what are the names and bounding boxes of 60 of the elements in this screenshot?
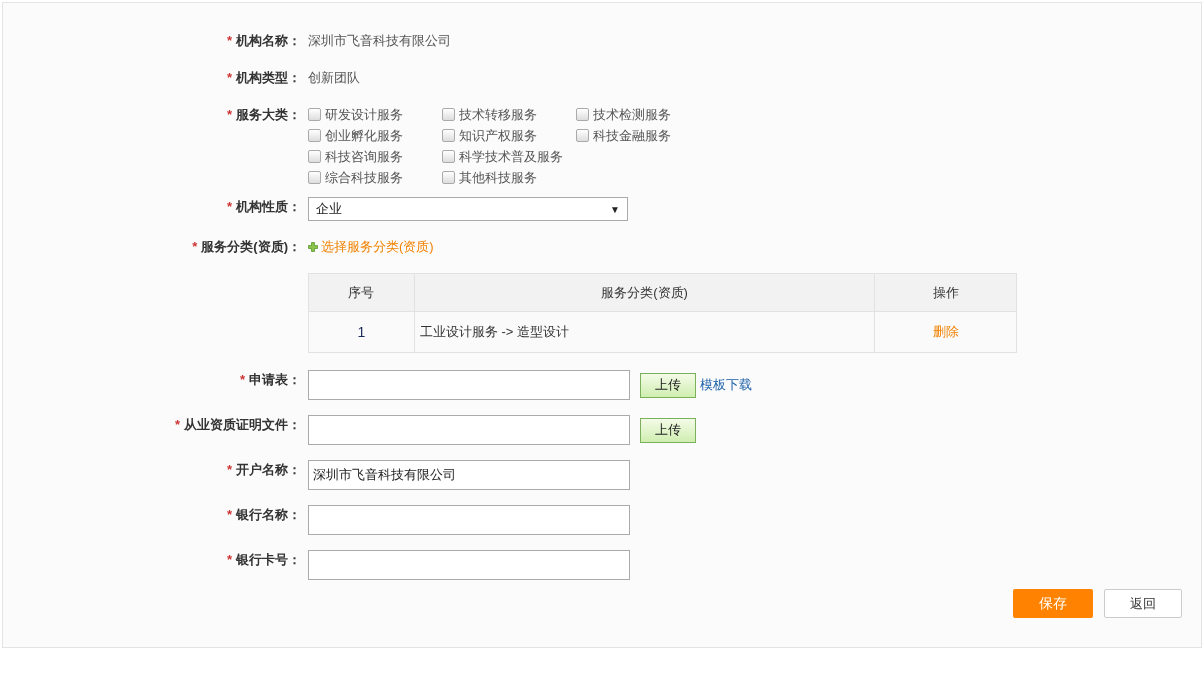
checkbox[interactable] bbox=[308, 150, 321, 163]
field-label: 银行卡号： bbox=[236, 551, 301, 569]
checkbox-label: 知识产权服务 bbox=[459, 126, 537, 145]
checkbox-label: 其他科技服务 bbox=[459, 168, 537, 187]
checkbox-label: 技术转移服务 bbox=[459, 105, 537, 124]
field-label: 申请表： bbox=[249, 371, 301, 389]
field-label: 机构名称： bbox=[236, 32, 301, 51]
checkbox-label: 科技咨询服务 bbox=[325, 147, 403, 166]
field-label: 从业资质证明文件： bbox=[184, 416, 301, 434]
input-field[interactable] bbox=[308, 415, 630, 445]
column-header: 服务分类(资质) bbox=[414, 273, 875, 312]
required-mark: * bbox=[226, 551, 232, 569]
checkbox[interactable] bbox=[442, 150, 455, 163]
field-label: 开户名称： bbox=[236, 461, 301, 479]
column-header: 序号 bbox=[308, 273, 415, 312]
checkbox[interactable] bbox=[576, 108, 589, 121]
required-mark: * bbox=[239, 371, 245, 389]
checkbox-label: 研发设计服务 bbox=[325, 105, 403, 124]
checkbox-label: 技术检测服务 bbox=[593, 105, 671, 124]
table-cell: 工业设计服务 -> 造型设计 bbox=[414, 311, 875, 353]
checkbox[interactable] bbox=[308, 108, 321, 121]
required-mark: * bbox=[226, 461, 232, 479]
checkbox-label: 科技金融服务 bbox=[593, 126, 671, 145]
back-button[interactable]: 返回 bbox=[1104, 589, 1182, 618]
plus-icon bbox=[308, 242, 318, 252]
field-value: 深圳市飞音科技有限公司 bbox=[308, 32, 452, 50]
template-download-link[interactable]: 模板下载 bbox=[700, 375, 752, 395]
required-mark: * bbox=[226, 32, 232, 51]
checkbox-label: 创业孵化服务 bbox=[325, 126, 403, 145]
required-mark: * bbox=[192, 238, 198, 257]
table-cell: 1 bbox=[308, 311, 415, 353]
field-value: 创新团队 bbox=[308, 69, 361, 87]
field-label: 服务分类(资质)： bbox=[201, 238, 301, 257]
select-value: 企业 bbox=[316, 200, 342, 219]
upload-button[interactable]: 上传 bbox=[640, 417, 696, 443]
checkbox[interactable] bbox=[442, 171, 455, 184]
checkbox[interactable] bbox=[442, 129, 455, 142]
required-mark: * bbox=[226, 506, 232, 524]
checkbox[interactable] bbox=[442, 108, 455, 121]
field-label: 机构性质： bbox=[236, 198, 301, 216]
checkbox[interactable] bbox=[576, 129, 589, 142]
required-mark: * bbox=[226, 198, 232, 216]
checkbox-label: 科学技术普及服务 bbox=[459, 147, 563, 166]
checkbox-label: 综合科技服务 bbox=[325, 168, 403, 187]
required-mark: * bbox=[226, 106, 232, 124]
field-label: 服务大类： bbox=[236, 106, 301, 124]
input-field[interactable] bbox=[308, 505, 630, 535]
select-field[interactable]: 企业 ▼ bbox=[308, 197, 628, 221]
required-mark: * bbox=[226, 69, 232, 88]
input-field[interactable] bbox=[308, 370, 630, 400]
upload-button[interactable]: 上传 bbox=[640, 372, 696, 398]
input-field[interactable] bbox=[308, 550, 630, 580]
field-label: 机构类型： bbox=[236, 69, 301, 88]
required-mark: * bbox=[174, 416, 180, 434]
checkbox[interactable] bbox=[308, 171, 321, 184]
input-field[interactable]: 深圳市飞音科技有限公司 bbox=[308, 460, 630, 490]
checkbox[interactable] bbox=[308, 129, 321, 142]
column-header: 操作 bbox=[874, 273, 1017, 312]
field-label: 银行名称： bbox=[236, 506, 301, 524]
dropdown-arrow-icon: ▼ bbox=[610, 201, 620, 217]
